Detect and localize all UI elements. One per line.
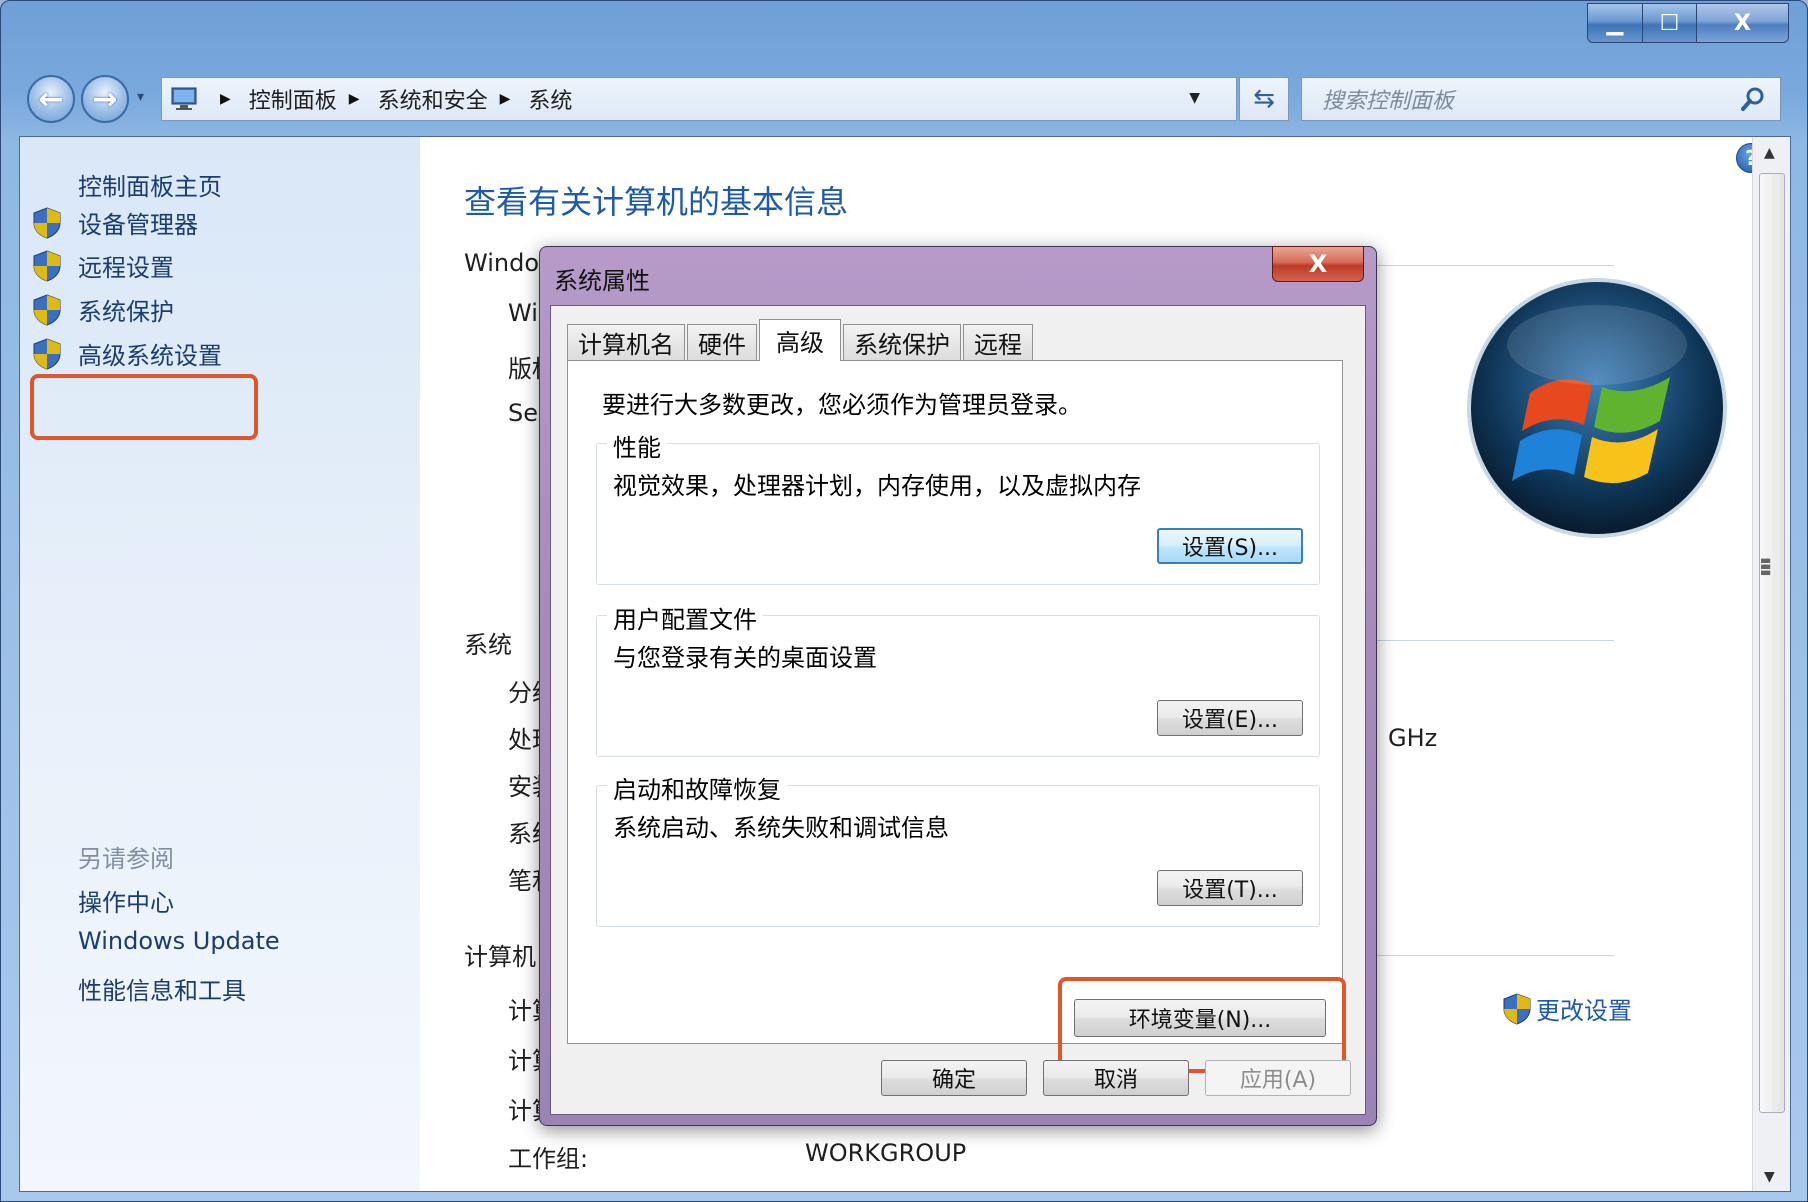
windows-edition-heading: Windo	[464, 249, 539, 277]
dialog-body: 计算机名 硬件 高级 系统保护 远程 要进行大多数更改，您必须作为管理员登录。 …	[550, 305, 1366, 1115]
see-also-windows-update[interactable]: Windows Update	[78, 927, 280, 955]
group-description: 系统启动、系统失败和调试信息	[613, 814, 949, 842]
page-title: 查看有关计算机的基本信息	[464, 183, 849, 221]
change-settings-label: 更改设置	[1536, 997, 1632, 1025]
grip-icon: ▬ ▬ ▬	[1760, 553, 1772, 579]
tab-computer-name[interactable]: 计算机名	[567, 324, 685, 360]
breadcrumb-control-panel[interactable]: 控制面板	[249, 83, 337, 115]
user-profiles-group: 用户配置文件 与您登录有关的桌面设置 设置(E)...	[596, 600, 1320, 757]
search-input[interactable]: 搜索控制面板	[1301, 77, 1781, 121]
scroll-down-icon[interactable]: ▼	[1764, 1169, 1775, 1185]
breadcrumb-system[interactable]: 系统	[528, 83, 572, 115]
windows-row: Wi	[508, 299, 538, 327]
windows-logo-icon	[1467, 278, 1727, 538]
refresh-button[interactable]: ⇆	[1239, 77, 1289, 121]
group-title: 性能	[607, 428, 667, 463]
tab-system-protection[interactable]: 系统保护	[843, 324, 961, 360]
breadcrumb-system-security[interactable]: 系统和安全	[378, 83, 488, 115]
sidebar-item-system-protection[interactable]: 系统保护	[32, 292, 174, 327]
address-bar[interactable]: ▶ 控制面板 ▶ 系统和安全 ▶ 系统 ▼	[161, 77, 1237, 121]
dialog-close-button[interactable]: X	[1272, 246, 1364, 282]
tab-strip: 计算机名 硬件 高级 系统保护 远程	[567, 319, 1035, 361]
back-button[interactable]: ←	[27, 75, 75, 123]
uac-shield-icon	[33, 206, 61, 239]
uac-shield-icon	[1503, 992, 1531, 1025]
uac-shield-icon	[33, 337, 61, 370]
processor-speed-suffix: GHz	[1388, 724, 1438, 752]
see-also-heading: 另请参阅	[78, 845, 174, 873]
ok-button[interactable]: 确定	[881, 1060, 1027, 1096]
uac-shield-icon	[33, 293, 61, 326]
workgroup-label: 工作组:	[508, 1145, 589, 1173]
see-also-action-center[interactable]: 操作中心	[78, 883, 174, 918]
sidebar-item-label: 设备管理器	[78, 211, 198, 239]
apply-button[interactable]: 应用(A)	[1205, 1060, 1351, 1096]
system-properties-dialog: 系统属性 X 计算机名 硬件 高级 系统保护 远程 要进行大多数更改，您必须作为…	[539, 246, 1377, 1126]
search-icon[interactable]	[1740, 86, 1766, 112]
system-heading: 系统	[464, 631, 512, 659]
tab-hardware[interactable]: 硬件	[687, 324, 757, 360]
close-button[interactable]: X	[1697, 3, 1789, 43]
search-placeholder: 搜索控制面板	[1322, 89, 1455, 114]
arrow-right-icon: →	[92, 81, 118, 117]
chevron-right-icon: ▶	[348, 91, 360, 107]
sidebar-item-label: 系统保护	[78, 298, 174, 326]
scroll-thumb[interactable]	[1759, 173, 1785, 1113]
maximize-button[interactable]: ☐	[1643, 3, 1697, 43]
sidebar-item-label: 远程设置	[78, 254, 174, 282]
left-pane: 控制面板主页 设备管理器 远程设置 系统保护 高级系统设置 另请参阅 操作中心 …	[20, 137, 420, 1191]
vertical-scrollbar[interactable]: ▲ ▬ ▬ ▬ ▼	[1752, 137, 1790, 1191]
dialog-title: 系统属性	[554, 267, 650, 295]
startup-recovery-group: 启动和故障恢复 系统启动、系统失败和调试信息 设置(T)...	[596, 770, 1320, 927]
caption-buttons: ▁ ☐ X	[1587, 3, 1789, 43]
performance-group: 性能 视觉效果，处理器计划，内存使用，以及虚拟内存 设置(S)...	[596, 428, 1320, 585]
chevron-down-icon[interactable]: ▼	[1189, 90, 1200, 106]
environment-variables-button[interactable]: 环境变量(N)...	[1074, 999, 1326, 1037]
forward-button[interactable]: →	[81, 75, 129, 123]
performance-settings-button[interactable]: 设置(S)...	[1157, 528, 1303, 564]
control-panel-home-link[interactable]: 控制面板主页	[78, 167, 222, 202]
scroll-up-icon[interactable]: ▲	[1764, 145, 1775, 161]
refresh-icon: ⇆	[1253, 84, 1275, 114]
group-description: 与您登录有关的桌面设置	[613, 644, 877, 672]
group-title: 启动和故障恢复	[607, 770, 787, 805]
sidebar-item-remote-settings[interactable]: 远程设置	[32, 248, 174, 283]
computer-name-heading: 计算机	[464, 943, 536, 971]
chevron-right-icon: ▶	[220, 91, 231, 107]
change-settings-link[interactable]: 更改设置	[1502, 991, 1632, 1026]
arrow-left-icon: ←	[38, 81, 64, 117]
chevron-right-icon: ▶	[499, 91, 511, 107]
recent-pages-dropdown[interactable]: ▾	[137, 89, 144, 105]
sidebar-item-device-manager[interactable]: 设备管理器	[32, 205, 198, 240]
workgroup-value: WORKGROUP	[805, 1139, 967, 1167]
startup-recovery-settings-button[interactable]: 设置(T)...	[1157, 870, 1303, 906]
sidebar-item-label: 高级系统设置	[78, 342, 222, 370]
user-profiles-settings-button[interactable]: 设置(E)...	[1157, 700, 1303, 736]
tab-remote[interactable]: 远程	[963, 324, 1033, 360]
uac-shield-icon	[33, 249, 61, 282]
sidebar-item-advanced-system-settings[interactable]: 高级系统设置	[32, 336, 222, 371]
tab-advanced[interactable]: 高级	[759, 319, 841, 361]
computer-icon	[171, 87, 197, 110]
highlight-box	[30, 374, 258, 440]
cancel-button[interactable]: 取消	[1043, 1060, 1189, 1096]
group-title: 用户配置文件	[607, 600, 763, 635]
admin-note: 要进行大多数更改，您必须作为管理员登录。	[602, 391, 1082, 419]
group-description: 视觉效果，处理器计划，内存使用，以及虚拟内存	[613, 472, 1141, 500]
see-also-performance-tools[interactable]: 性能信息和工具	[78, 971, 246, 1006]
minimize-button[interactable]: ▁	[1587, 3, 1643, 43]
tab-panel-advanced: 要进行大多数更改，您必须作为管理员登录。 性能 视觉效果，处理器计划，内存使用，…	[567, 360, 1346, 1073]
